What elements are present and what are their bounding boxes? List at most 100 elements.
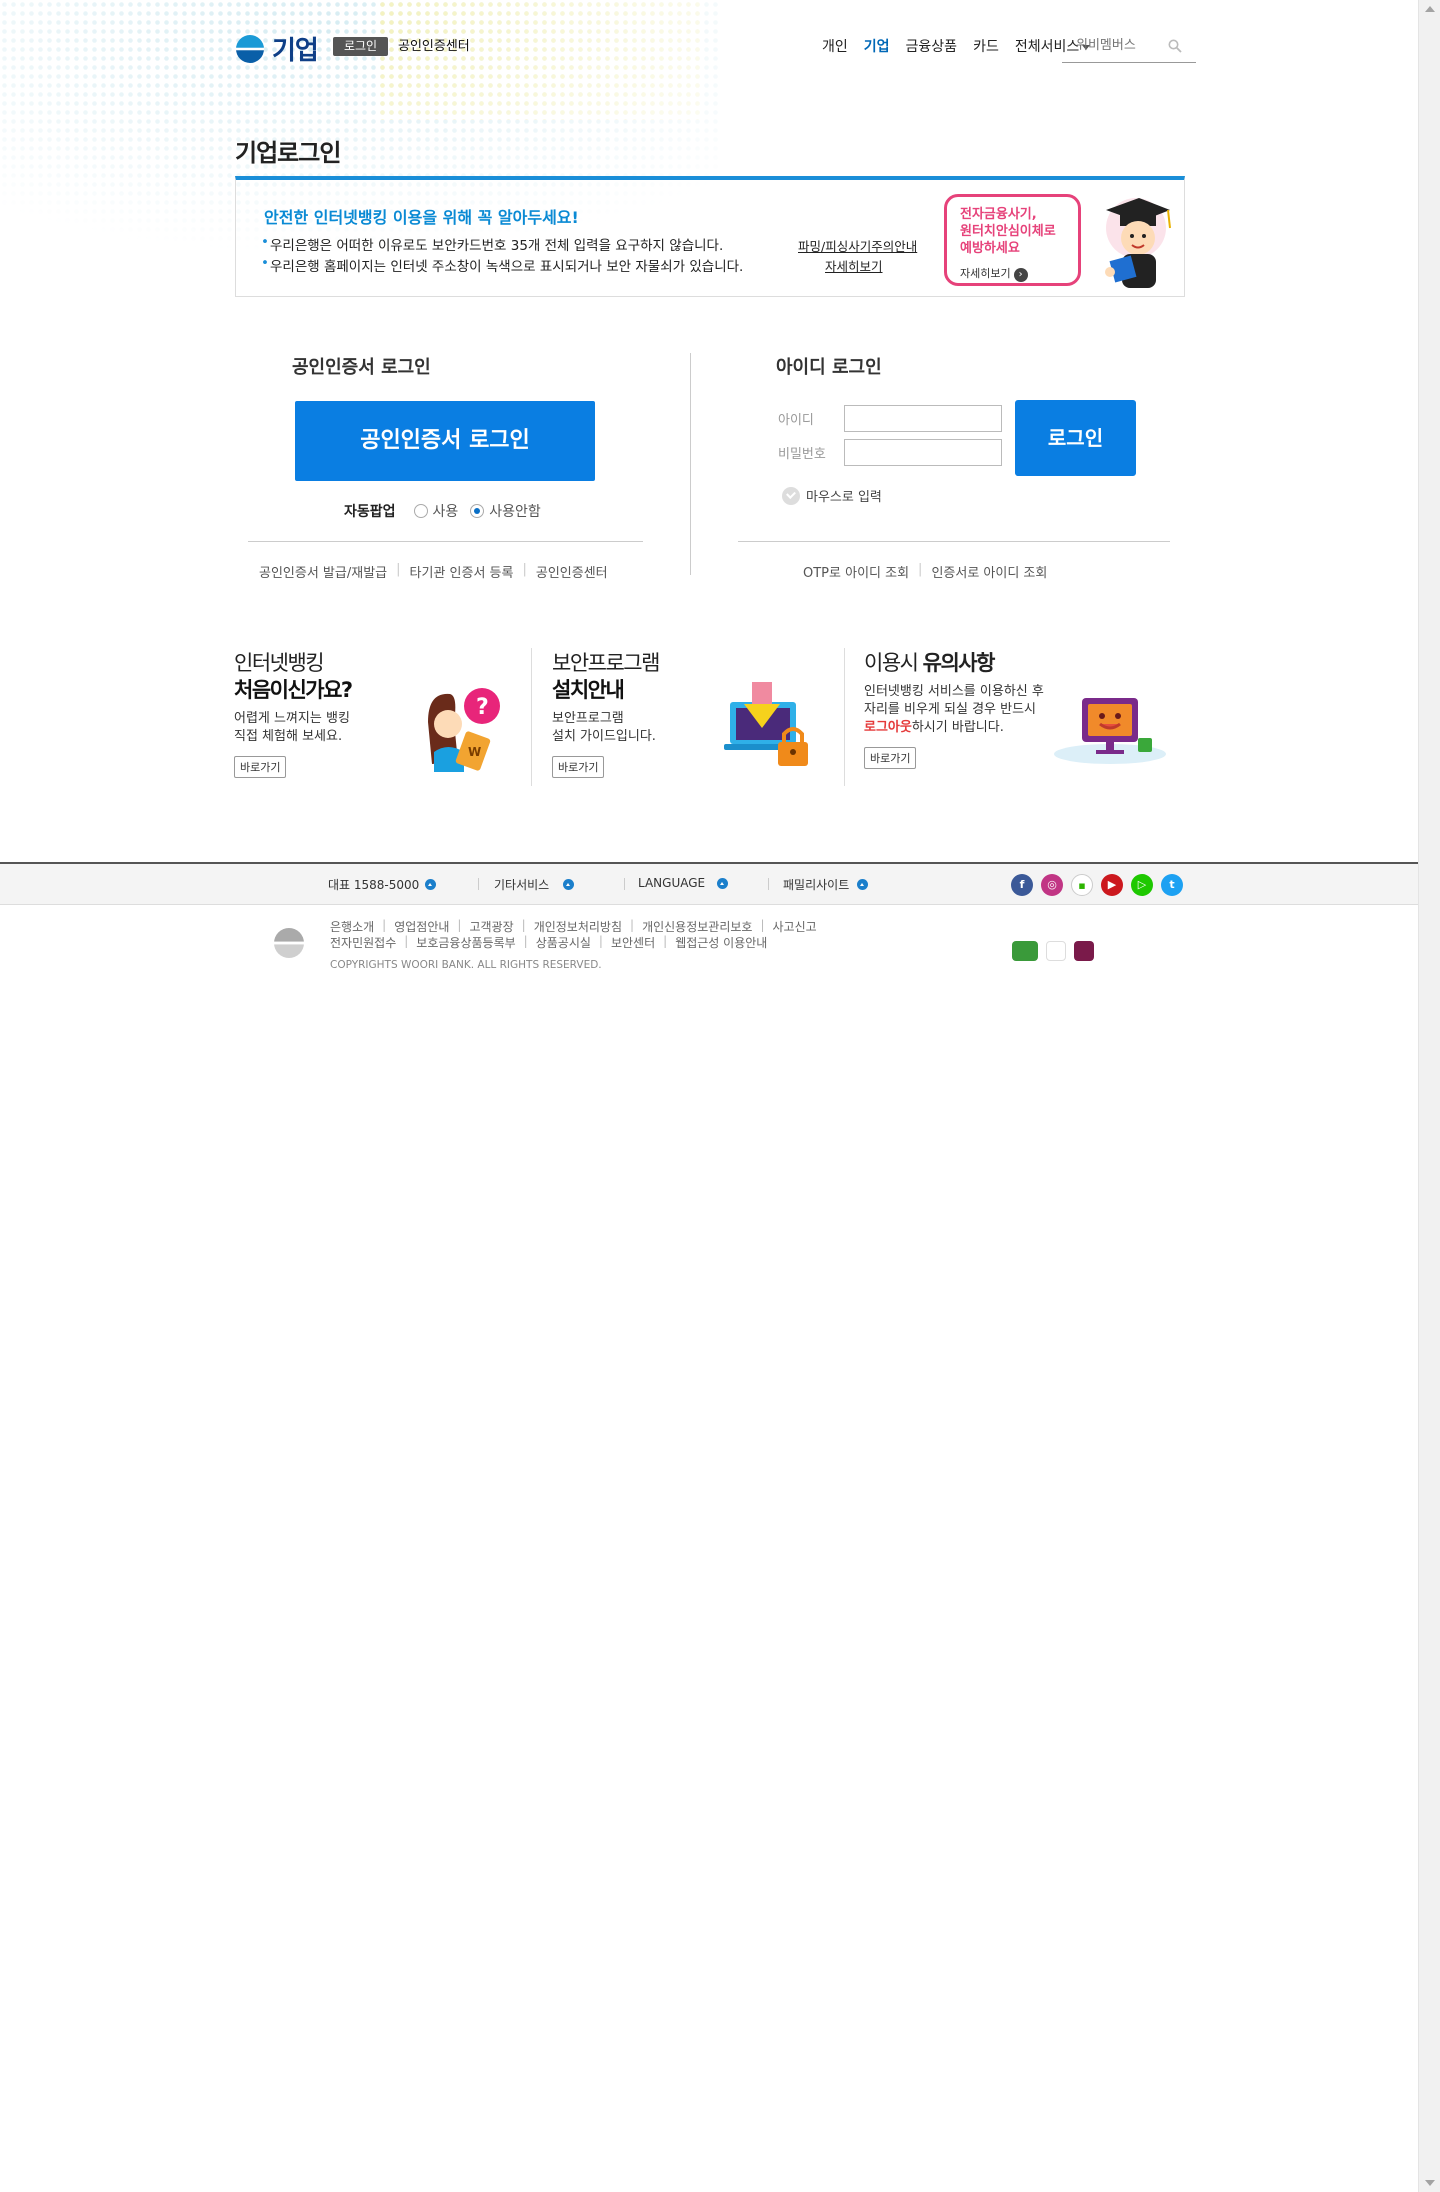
svg-text:?: ? [476,695,489,720]
promo-desc: 보안프로그램 설치 가이드입니다. [552,710,659,746]
nav-card[interactable]: 카드 [973,36,999,56]
youtube-icon[interactable]: ▶ [1101,874,1123,896]
footer-link[interactable]: 은행소개 [330,918,374,935]
footer-link[interactable]: 개인신용정보관리보호 [642,918,752,935]
login-badge[interactable]: 로그인 [333,37,388,56]
nav-personal[interactable]: 개인 [822,36,848,56]
pharming-notice-link[interactable]: 파밍/피싱사기주의안내 [798,236,917,255]
radio-use[interactable] [413,504,428,518]
cert-center-link[interactable]: 공인인증센터 [398,37,470,56]
nav-products[interactable]: 금융상품 [906,36,958,56]
cert-id-lookup-link[interactable]: 인증서로 아이디 조회 [931,562,1047,581]
mouse-input-toggle[interactable]: 마우스로 입력 [782,486,882,505]
nav-business[interactable]: 기업 [864,36,890,56]
otp-id-lookup-link[interactable]: OTP로 아이디 조회 [803,562,909,581]
notice-detail-link[interactable]: 자세히보기 [825,256,883,275]
scroll-up-arrow-icon[interactable] [1425,6,1435,12]
footer-link[interactable]: 사고신고 [773,918,817,935]
id-links: OTP로 아이디 조회 | 인증서로 아이디 조회 [803,562,1047,581]
svg-text:W: W [468,745,481,759]
certification-mark-icon[interactable] [1046,941,1066,961]
footer-link[interactable]: 보호금융상품등록부 [416,934,515,951]
separator: | [918,562,923,577]
promo-subheading: 설치안내 [552,678,625,702]
footer-link[interactable]: 상품공시실 [536,934,591,951]
id-login-button[interactable]: 로그인 [1015,400,1136,476]
footer-link[interactable]: 개인정보처리방침 [534,918,622,935]
graduate-character-illustration [1105,198,1171,288]
promo-heading: 보안프로그램 [552,651,660,675]
security-install-illustration [724,682,808,766]
radio-use-label: 사용 [432,504,459,520]
naver-tv-icon[interactable]: ▷ [1131,874,1153,896]
footer-bar: 대표 1588-5000 기타서비스 LANGUAGE 패밀리사이트 f ◎ ▪… [0,862,1418,905]
divider [248,541,643,542]
banner-line-3: 예방하세요 [960,241,1020,256]
chevron-up-icon [425,879,437,890]
notice-line-2: 우리은행 홈페이지는 인터넷 주소창이 녹색으로 표시되거나 보안 자물쇠가 있… [261,255,743,275]
instagram-icon[interactable]: ◎ [1041,874,1063,896]
separator: | [663,934,668,948]
promo-go-button[interactable]: 바로가기 [864,747,917,769]
mouse-input-label: 마우스로 입력 [806,490,882,505]
footer-link[interactable]: 보안센터 [611,934,655,951]
notice-line-1: 우리은행은 어떠한 이유로도 보안카드번호 35개 전체 입력을 요구하지 않습… [261,234,723,254]
certification-mark-icon[interactable] [1012,941,1038,961]
promo-subheading: 처음이신가요? [234,678,353,702]
banner-more[interactable]: 자세히보기 › [960,265,1028,282]
footer-link[interactable]: 웹접근성 이용안내 [675,934,767,951]
twitter-icon[interactable]: t [1161,874,1183,896]
footer-links-row-2: 전자민원접수 | 보호금융상품등록부 | 상품공시실 | 보안센터 | 웹접근성 이용안… [330,934,767,951]
id-input[interactable] [844,405,1002,432]
facebook-icon[interactable]: f [1011,874,1033,896]
footer-language[interactable]: LANGUAGE [638,876,729,890]
search-icon[interactable] [1168,39,1182,53]
separator: | [382,918,387,932]
promo-desc-line: 자리를 비우게 되실 경우 반드시 [864,702,1037,717]
radio-no-use[interactable] [470,504,485,518]
footer-link[interactable]: 영업점안내 [394,918,449,935]
cert-register-link[interactable]: 타기관 인증서 등록 [410,562,514,581]
promo-desc-line: 어렵게 느껴지는 뱅킹 [234,711,350,726]
logout-emphasis: 로그아웃 [864,720,912,735]
divider [738,541,1170,542]
promo-go-button[interactable]: 바로가기 [234,756,287,778]
password-input[interactable] [844,439,1002,466]
scrollbar-thumb[interactable] [1422,22,1437,2162]
scrollbar[interactable] [1418,0,1440,2192]
separator: | [523,934,528,948]
cert-login-button[interactable]: 공인인증서 로그인 [295,401,595,481]
chevron-right-icon: › [1013,268,1028,282]
cert-center-footer-link[interactable]: 공인인증센터 [536,562,608,581]
monitor-character-illustration [1054,698,1166,764]
cert-issue-link[interactable]: 공인인증서 발급/재발급 [259,562,387,581]
separator: | [630,918,635,932]
promo-desc-line: 보안프로그램 [552,711,624,726]
promo-desc-line: 로그아웃하시기 바랍니다. [864,719,1044,737]
chevron-up-icon [857,879,869,890]
certification-marks [1012,941,1094,961]
chevron-up-icon [563,879,575,890]
naver-band-icon[interactable]: ▪ [1071,874,1093,896]
copyright: COPYRIGHTS WOORI BANK. ALL RIGHTS RESERV… [330,959,602,971]
promo-desc-text: 하시기 바랍니다. [911,720,1004,735]
footer-family-site[interactable]: 패밀리사이트 [783,876,869,893]
promo-go-button[interactable]: 바로가기 [552,756,605,778]
page-title: 기업로그인 [235,139,341,167]
sns-links: f ◎ ▪ ▶ ▷ t [1011,874,1183,896]
promo-subheading: 유의사항 [922,651,996,675]
separator: | [522,562,527,577]
search-box [1062,30,1196,63]
certification-mark-icon[interactable] [1074,941,1094,961]
one-touch-transfer-banner[interactable]: 전자금융사기, 원터치안심이체로 예방하세요 자세히보기 › [944,194,1081,286]
footer-link[interactable]: 전자민원접수 [330,934,396,951]
auto-popup-use[interactable]: 사용 [413,501,459,521]
footer-phone[interactable]: 대표 1588-5000 [328,876,437,893]
search-input[interactable] [1062,30,1162,60]
footer-link[interactable]: 고객광장 [469,918,513,935]
bank-logo[interactable]: 기업 [236,30,319,67]
auto-popup-no-use[interactable]: 사용안함 [470,501,541,521]
footer-other-services[interactable]: 기타서비스 [494,876,575,893]
check-icon[interactable] [782,486,800,505]
scroll-down-arrow-icon[interactable] [1425,2180,1435,2186]
